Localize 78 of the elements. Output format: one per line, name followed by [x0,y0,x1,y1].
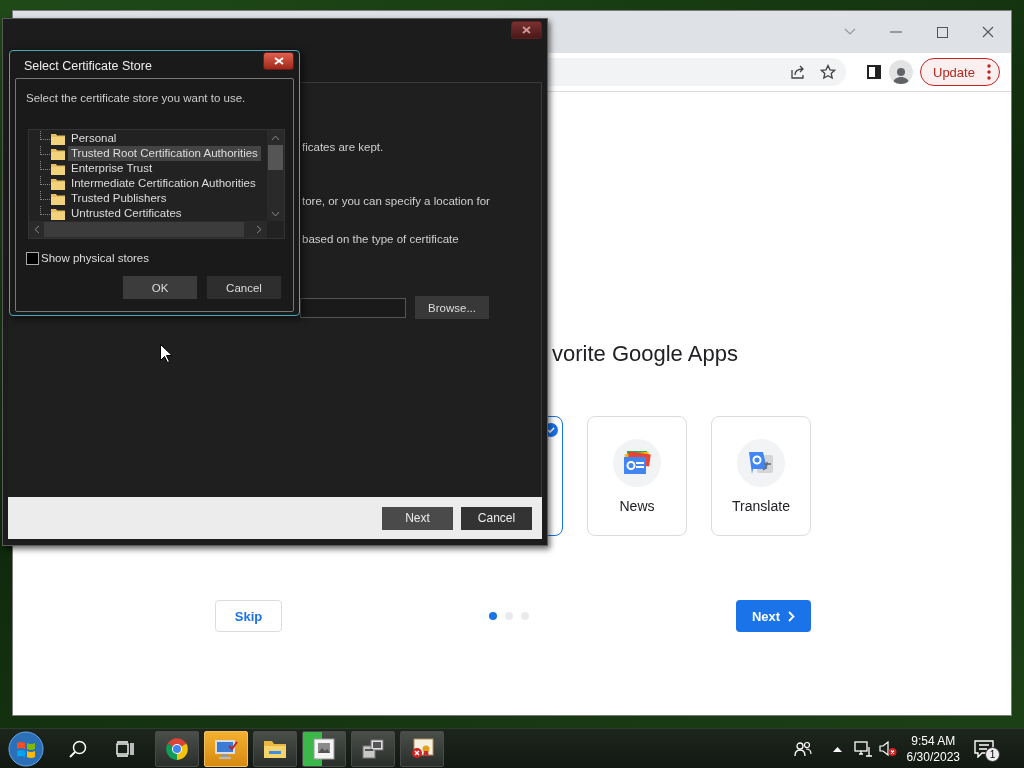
news-icon [622,450,652,476]
folder-icon [51,192,65,205]
store-item[interactable]: Trusted Publishers [68,191,170,206]
page-dot[interactable] [489,612,497,620]
monitor-icon [214,737,238,760]
scroll-left-icon[interactable] [34,225,40,234]
task-view-icon[interactable] [116,740,134,757]
folder-icon [263,738,287,759]
scroll-down-icon[interactable] [271,211,280,217]
checkbox-label[interactable]: Show physical stores [41,252,150,264]
caret-up-icon[interactable] [832,745,842,752]
instruction-text: tore, or you can specify a location for [302,194,491,209]
star-icon[interactable] [820,64,836,80]
scroll-thumb[interactable] [268,145,283,170]
scrollbar[interactable] [29,221,267,238]
store-item[interactable]: Trusted Root Certification Authorities [68,146,261,161]
network-icon[interactable] [853,740,872,757]
close-icon [522,26,531,34]
notification-badge: 1 [985,746,1000,762]
dialog-title: Select Certificate Store [24,59,152,73]
scroll-up-icon[interactable] [271,135,280,141]
taskbar-button[interactable] [155,730,199,767]
folder-icon [51,207,65,220]
update-button[interactable]: Update [920,58,1000,86]
mouse-pointer-icon [160,344,172,363]
app-label: Translate [732,498,790,514]
ok-button[interactable]: OK [123,276,197,299]
taskbar-button[interactable] [351,730,395,767]
taskbar-button[interactable] [400,730,444,767]
store-item[interactable]: Untrusted Certificates [68,206,185,221]
next-button[interactable]: Next [736,600,811,632]
start-button[interactable] [8,730,44,767]
checkbox[interactable] [26,251,39,265]
skip-button[interactable]: Skip [215,600,282,632]
store-item[interactable]: Enterprise Trust [68,161,156,176]
picture-frame-icon [313,737,335,760]
instruction-text: ficates are kept. [302,140,385,155]
cancel-button[interactable]: Cancel [207,276,281,299]
computer-icon [361,737,385,760]
next-button[interactable]: Next [382,506,453,530]
profile-avatar[interactable] [889,60,913,84]
clock-time[interactable]: 9:54 AM [911,732,956,749]
path-field[interactable] [300,297,406,318]
close-button[interactable] [263,52,294,70]
people-icon[interactable] [793,740,812,757]
taskbar-button[interactable] [253,730,297,767]
app-card[interactable]: Translate [711,416,811,536]
page-heading: vorite Google Apps [552,340,739,368]
cancel-button[interactable]: Cancel [461,506,532,530]
scroll-thumb[interactable] [44,222,244,237]
browse-button[interactable]: Browse... [415,296,489,319]
clock-date[interactable]: 6/30/2023 [906,748,960,765]
side-panel-icon[interactable] [867,65,881,79]
certificate-icon [410,737,434,760]
taskbar-button[interactable] [302,730,346,767]
app-card[interactable]: News [587,416,687,536]
store-item[interactable]: Intermediate Certification Authorities [68,176,259,191]
folder-icon [51,177,65,190]
app-label: News [619,498,655,514]
share-icon[interactable] [790,64,806,80]
close-button[interactable] [511,21,542,39]
store-item[interactable]: Personal [68,131,120,146]
close-icon [273,57,284,65]
scroll-right-icon[interactable] [256,225,262,234]
folder-icon [51,147,65,160]
volume-muted-icon[interactable] [878,740,897,757]
folder-icon [51,132,65,145]
scrollbar[interactable] [267,130,284,221]
close-icon[interactable] [982,26,994,38]
search-icon[interactable] [69,739,87,758]
more-icon[interactable] [987,64,991,80]
chevron-right-icon [788,610,796,622]
instruction-text: based on the type of certificate [302,232,460,247]
notification-icon[interactable] [974,739,994,758]
chrome-icon [165,736,189,761]
folder-icon [51,162,65,175]
maximize-icon[interactable] [936,26,948,38]
prompt-text: Select the certificate store you want to use. [26,91,247,106]
